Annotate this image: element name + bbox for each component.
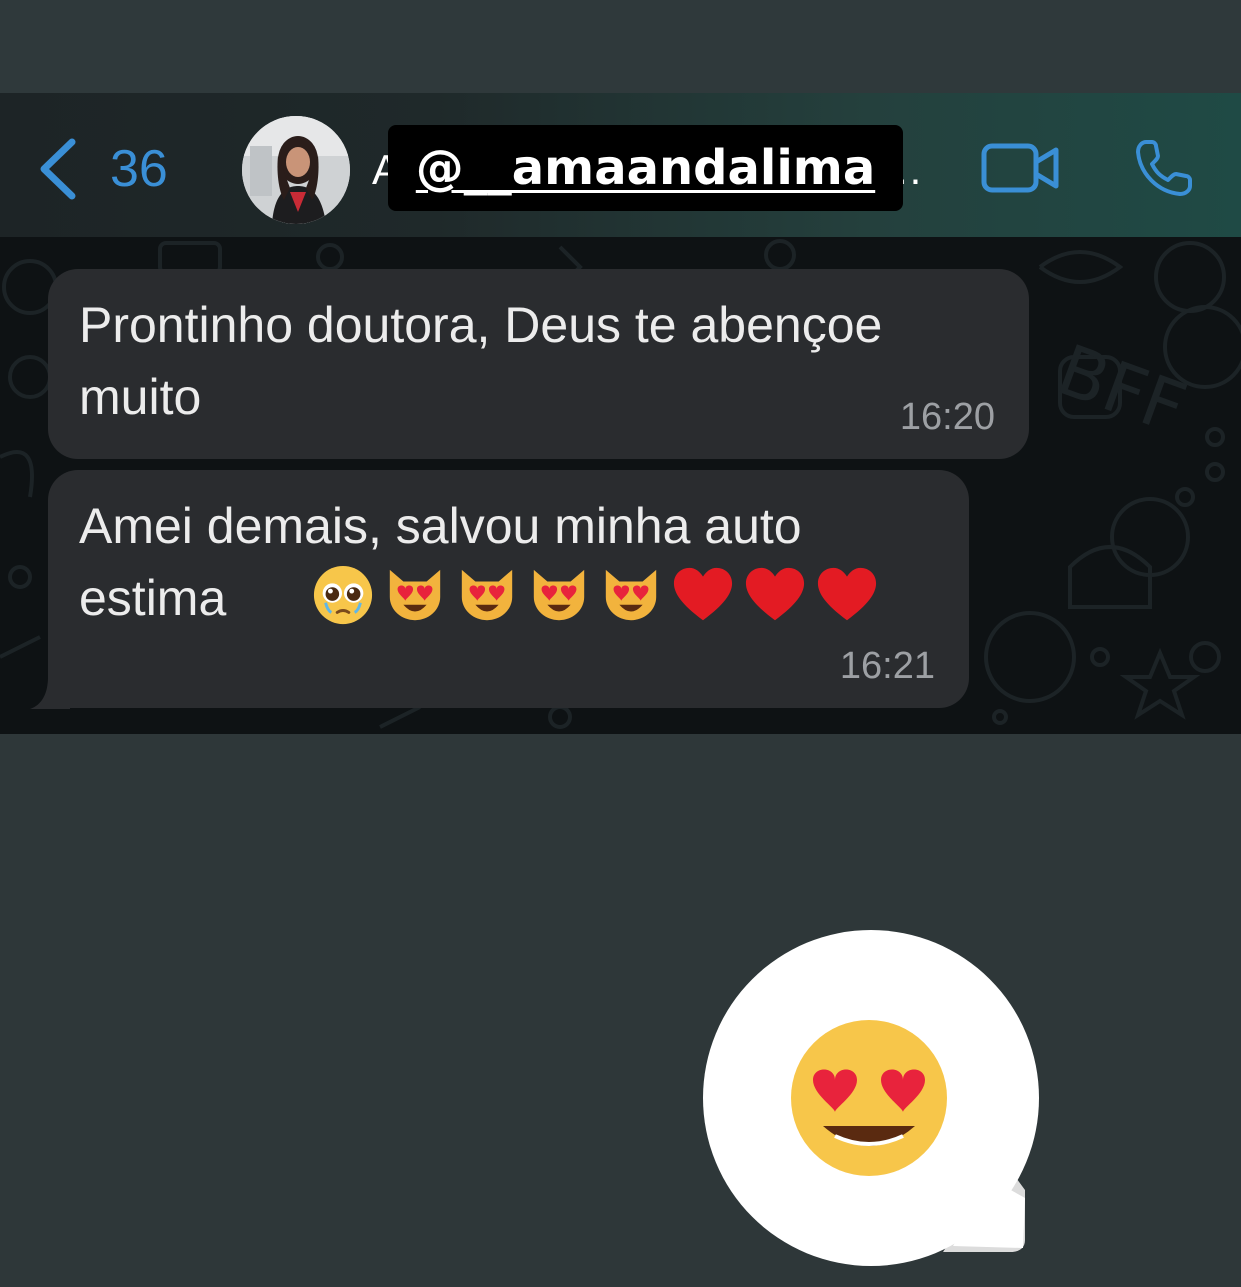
chat-area[interactable]: BFF Prontinho doutora, Deus te abençoe m…	[0, 237, 1241, 734]
message-emoji-row	[312, 560, 878, 630]
red-heart-emoji-icon	[745, 567, 805, 621]
message-bubble-received[interactable]: Amei demais, salvou minha auto estima 16…	[48, 470, 969, 708]
message-text: Prontinho doutora, Deus te abençoe muito	[79, 297, 883, 425]
story-top-strip	[0, 0, 1241, 93]
heart-eyes-cat-emoji-icon	[461, 569, 513, 621]
svg-text:BFF: BFF	[1047, 329, 1196, 450]
red-heart-emoji-icon	[817, 567, 877, 621]
unread-count[interactable]: 36	[110, 138, 168, 200]
heart-eyes-cat-emoji-icon	[533, 569, 585, 621]
heart-eyes-cat-emoji-icon	[605, 569, 657, 621]
instagram-handle-sticker: @__amaandalima	[388, 125, 903, 211]
message-bubble-received[interactable]: Prontinho doutora, Deus te abençoe muito…	[48, 269, 1029, 459]
heart-eyes-cat-emoji-icon	[389, 569, 441, 621]
message-timestamp: 16:20	[899, 396, 995, 438]
heart-eyes-reaction-sticker-icon	[703, 930, 1039, 1266]
pleading-face-emoji-icon	[313, 565, 373, 625]
red-heart-emoji-icon	[673, 567, 733, 621]
handle-sticker-text: @__amaandalima	[415, 140, 876, 196]
avatar-photo-icon	[242, 116, 350, 224]
video-call-icon[interactable]	[980, 140, 1062, 196]
back-chevron-icon[interactable]	[36, 136, 80, 202]
message-timestamp: 16:21	[839, 645, 935, 687]
contact-avatar[interactable]	[242, 116, 350, 224]
phone-call-icon[interactable]	[1132, 136, 1196, 200]
